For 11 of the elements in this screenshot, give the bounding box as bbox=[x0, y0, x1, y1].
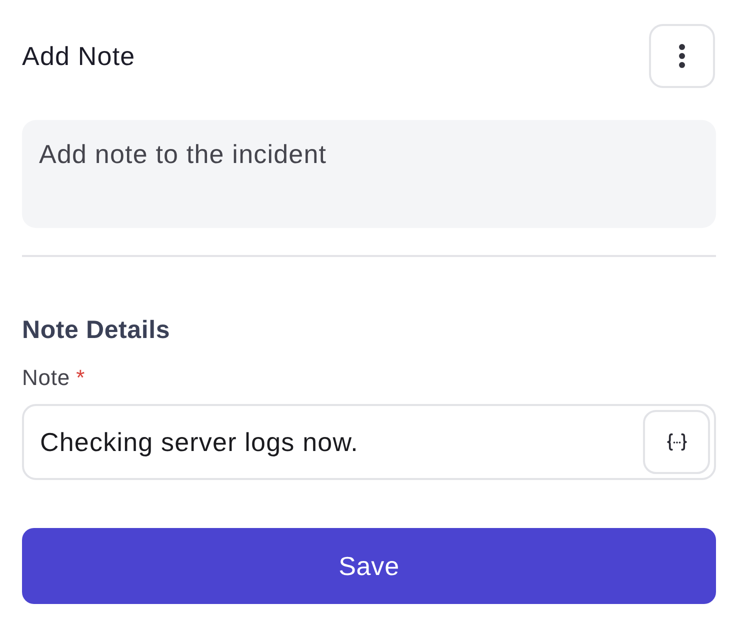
section-heading: Note Details bbox=[22, 315, 172, 346]
note-textarea[interactable]: Add note to the incident bbox=[22, 120, 716, 228]
required-asterisk: * bbox=[76, 364, 85, 392]
note-input-field[interactable]: Checking server logs now. bbox=[22, 404, 716, 480]
more-options-button[interactable] bbox=[649, 24, 715, 88]
panel-title: Add Note bbox=[22, 40, 136, 72]
field-label: Note bbox=[22, 364, 70, 392]
braces-icon bbox=[666, 433, 686, 451]
insert-variable-button[interactable] bbox=[643, 410, 710, 474]
save-button[interactable]: Save bbox=[22, 528, 716, 604]
more-icon bbox=[679, 44, 685, 68]
